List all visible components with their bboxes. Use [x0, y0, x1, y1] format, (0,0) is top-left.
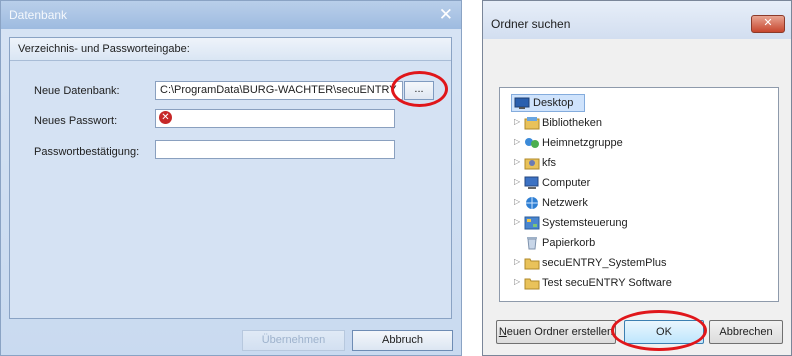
browse-button[interactable]: ... [404, 81, 434, 100]
recycle-bin-icon [524, 236, 540, 250]
expand-arrow-icon[interactable]: ▷ [514, 137, 520, 146]
expand-arrow-icon[interactable]: ▷ [514, 157, 520, 166]
tree-item-label: Netzwerk [542, 197, 588, 209]
group-title: Verzeichnis- und Passworteingabe: [18, 43, 190, 55]
ok-button[interactable]: OK [624, 320, 704, 344]
tree-item[interactable]: ▷ kfs [500, 154, 778, 172]
tree-item-label: Bibliotheken [542, 117, 602, 129]
new-database-label: Neue Datenbank: [34, 85, 120, 97]
expand-arrow-icon[interactable]: ▷ [514, 217, 520, 226]
database-dialog-titlebar: Datenbank ✕ [1, 1, 461, 29]
new-folder-label: euen Ordner erstellen [506, 326, 614, 338]
tree-item[interactable]: Desktop [500, 94, 778, 112]
new-password-label: Neues Passwort: [34, 115, 118, 127]
tree-item-label: Desktop [533, 97, 574, 109]
tree-item-label: Heimnetzgruppe [542, 137, 623, 149]
tree-item-label: Test secuENTRY Software [542, 277, 672, 289]
tree-item[interactable]: ▷ Bibliotheken [500, 114, 778, 132]
expand-arrow-icon[interactable]: ▷ [514, 197, 520, 206]
desktop-icon [514, 96, 530, 110]
tree-item[interactable]: ▷ secuENTRY_SystemPlus [500, 254, 778, 272]
tree-item-label: kfs [542, 157, 557, 169]
folder-tree[interactable]: Desktop ▷ Bibliotheken ▷ Heimnetzgruppe ▷ kfs ▷… [499, 87, 779, 302]
cancel-button[interactable]: Abbruch [352, 330, 453, 351]
apply-button[interactable]: Übernehmen [242, 330, 345, 351]
cancel-button[interactable]: Abbrechen [709, 320, 783, 344]
error-icon: ✕ [159, 111, 172, 124]
directory-password-group: Verzeichnis- und Passworteingabe: [9, 37, 452, 319]
tree-item[interactable]: ▷ Heimnetzgruppe [500, 134, 778, 152]
database-dialog: Datenbank ✕ Verzeichnis- und Passwortein… [0, 0, 462, 356]
tree-item[interactable]: ▷ Netzwerk [500, 194, 778, 212]
database-dialog-title: Datenbank [9, 8, 68, 22]
new-password-field[interactable] [155, 109, 395, 128]
close-button[interactable]: ✕ [751, 15, 785, 33]
folder-browser-titlebar: Ordner suchen ✕ [483, 1, 791, 39]
password-confirm-label: Passwortbestätigung: [34, 146, 140, 158]
password-confirm-field[interactable] [155, 140, 395, 159]
tree-item[interactable]: ▷ Computer [500, 174, 778, 192]
expand-arrow-icon[interactable]: ▷ [514, 117, 520, 126]
libraries-icon [524, 116, 540, 130]
network-icon [524, 196, 540, 210]
folder-browser-dialog: Ordner suchen ✕ Desktop ▷ Bibliotheken ▷ Hei… [482, 0, 792, 356]
tree-item-label: secuENTRY_SystemPlus [542, 257, 667, 269]
new-folder-button[interactable]: Neuen Ordner erstellen [496, 320, 616, 344]
tree-item-label: Computer [542, 177, 591, 189]
close-icon[interactable]: ✕ [439, 5, 453, 25]
group-header: Verzeichnis- und Passworteingabe: [10, 38, 451, 61]
folder-icon [524, 256, 540, 270]
tree-item[interactable]: ▷ Test secuENTRY Software [500, 274, 778, 292]
computer-icon [524, 176, 540, 190]
user-folder-icon [524, 156, 540, 170]
folder-icon [524, 276, 540, 290]
tree-item-label: Papierkorb [542, 237, 596, 249]
control-panel-icon [524, 216, 540, 230]
folder-browser-title: Ordner suchen [491, 17, 571, 31]
new-database-field[interactable]: C:\ProgramData\BURG-WACHTER\secuENTRY [155, 81, 403, 100]
expand-arrow-icon[interactable]: ▷ [514, 177, 520, 186]
new-folder-access-key: N [498, 326, 507, 338]
homegroup-icon [524, 136, 540, 150]
tree-item[interactable]: Papierkorb [500, 234, 778, 252]
tree-item[interactable]: ▷ Systemsteuerung [500, 214, 778, 232]
expand-arrow-icon[interactable]: ▷ [514, 277, 520, 286]
tree-item-label: Systemsteuerung [542, 217, 628, 229]
expand-arrow-icon[interactable]: ▷ [514, 257, 520, 266]
